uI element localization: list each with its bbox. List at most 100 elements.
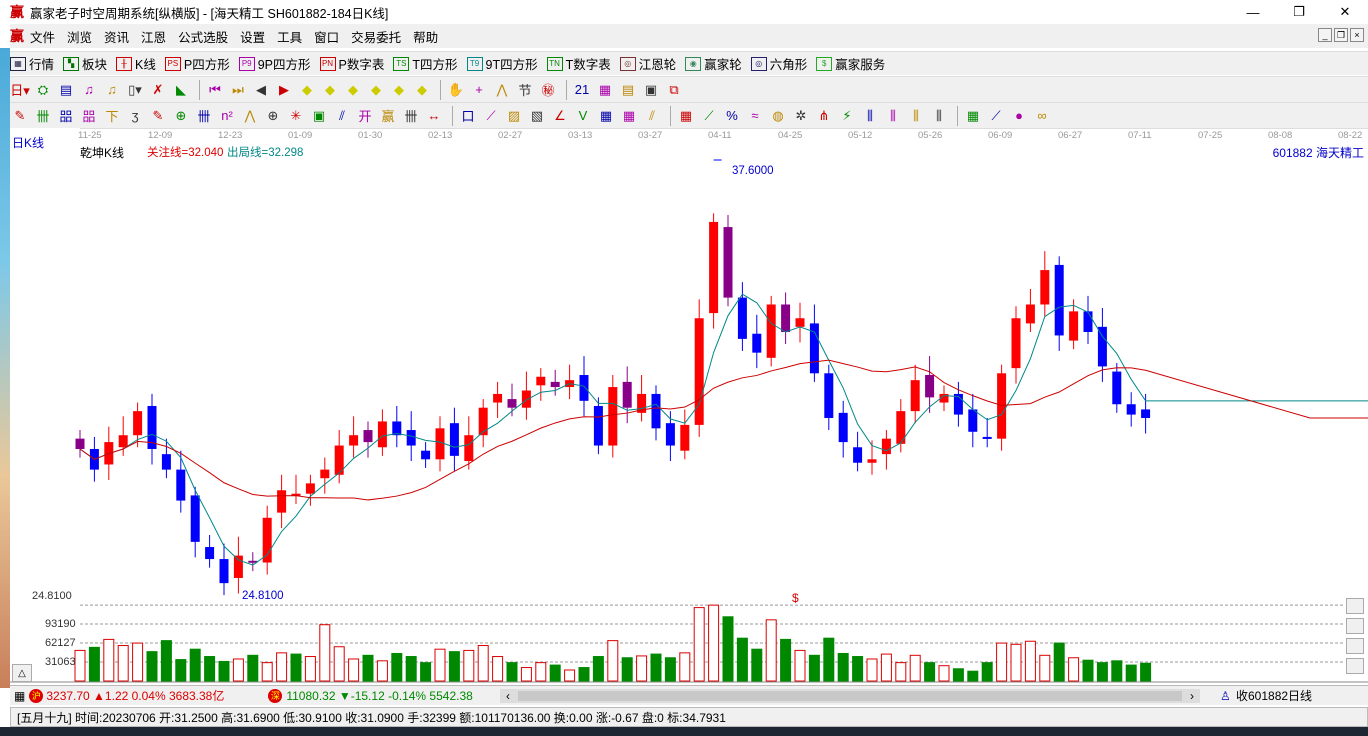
menu-item[interactable]: 文件 <box>30 27 55 46</box>
mdi-restore-button[interactable]: ❐ <box>1334 28 1348 42</box>
menu-item[interactable]: 资讯 <box>104 27 129 46</box>
tool-icon[interactable]: ⫼ <box>883 106 903 126</box>
tool-icon[interactable]: ▦ <box>619 106 639 126</box>
tool-icon[interactable]: ⫼ <box>906 106 926 126</box>
tool-icon[interactable]: 㗊 <box>79 106 99 126</box>
tool-icon[interactable]: ⛭ <box>33 80 53 100</box>
tool-icon[interactable]: ʒ <box>125 106 145 126</box>
toolbar-button[interactable]: TS T四方形 <box>393 54 458 73</box>
tool-icon[interactable]: ⟋ <box>699 106 719 126</box>
tool-icon[interactable]: ⏮ <box>205 80 225 100</box>
toolbar-button[interactable]: ◎ 江恩轮 <box>619 54 676 73</box>
tool-icon[interactable]: ▶ <box>274 80 294 100</box>
tool-icon[interactable]: ◆ <box>412 80 432 100</box>
tool-icon[interactable]: ▦ <box>595 80 615 100</box>
menu-item[interactable]: 帮助 <box>413 27 438 46</box>
tool-icon[interactable]: ▣ <box>641 80 661 100</box>
tool-icon[interactable]: ◆ <box>343 80 363 100</box>
tool-icon[interactable]: 日▾ <box>10 80 30 100</box>
tool-icon[interactable]: 开 <box>355 106 375 126</box>
tool-icon[interactable]: ⊕ <box>263 106 283 126</box>
mdi-close-button[interactable]: × <box>1350 28 1364 42</box>
shanghai-index-text[interactable]: 3237.70 ▲1.22 0.04% 3683.38亿 <box>46 687 256 704</box>
menu-item[interactable]: 公式选股 <box>178 27 228 46</box>
tool-icon[interactable]: ▧ <box>527 106 547 126</box>
toolbar-button[interactable]: ▦ 行情 <box>10 54 54 73</box>
tool-icon[interactable]: ⫽ <box>642 106 662 126</box>
tool-icon[interactable]: 卌 <box>33 106 53 126</box>
tool-icon[interactable]: ▣ <box>309 106 329 126</box>
tool-icon[interactable]: ◆ <box>320 80 340 100</box>
tool-icon[interactable]: ⫼ <box>929 106 949 126</box>
tool-icon[interactable]: ≈ <box>745 106 765 126</box>
tool-icon[interactable]: ✲ <box>791 106 811 126</box>
calculator-icon[interactable]: ▦ <box>14 689 25 703</box>
close-button[interactable]: ✕ <box>1322 0 1368 24</box>
zoom-button[interactable] <box>1346 658 1364 674</box>
menu-item[interactable]: 交易委托 <box>351 27 401 46</box>
tool-icon[interactable]: 21 <box>572 80 592 100</box>
tool-icon[interactable]: ✎ <box>10 106 30 126</box>
tool-icon[interactable]: ↔ <box>424 106 444 126</box>
tool-icon[interactable]: % <box>722 106 742 126</box>
minimize-button[interactable]: — <box>1230 0 1276 24</box>
menu-item[interactable]: 江恩 <box>141 27 166 46</box>
tool-icon[interactable]: ⟋ <box>986 106 1006 126</box>
tool-icon[interactable]: ◆ <box>389 80 409 100</box>
tool-icon[interactable]: ◍ <box>768 106 788 126</box>
tool-icon[interactable]: ● <box>1009 106 1029 126</box>
tool-icon[interactable]: 下 <box>102 106 122 126</box>
tool-icon[interactable]: ⊕ <box>171 106 191 126</box>
toolbar-button[interactable]: PS P四方形 <box>164 54 230 73</box>
tool-icon[interactable]: ⏭ <box>228 80 248 100</box>
toolbar-button[interactable]: PN P数字表 <box>319 54 384 73</box>
tool-icon[interactable]: 卌 <box>401 106 421 126</box>
tool-icon[interactable]: ∠ <box>550 106 570 126</box>
tool-icon[interactable]: ✗ <box>148 80 168 100</box>
tool-icon[interactable]: ▤ <box>618 80 638 100</box>
tool-icon[interactable]: ♫ <box>102 80 122 100</box>
maximize-button[interactable]: ❐ <box>1276 0 1322 24</box>
menu-item[interactable]: 工具 <box>277 27 302 46</box>
tool-icon[interactable]: ⋀ <box>492 80 512 100</box>
tool-icon[interactable]: ◣ <box>171 80 191 100</box>
tool-icon[interactable]: ⧉ <box>664 80 684 100</box>
scroll-right-button[interactable]: › <box>1190 689 1194 703</box>
menu-item[interactable]: 浏览 <box>67 27 92 46</box>
tool-icon[interactable]: ▯▾ <box>125 80 145 100</box>
toolbar-button[interactable]: TN T数字表 <box>546 54 611 73</box>
tool-icon[interactable]: ◀ <box>251 80 271 100</box>
menu-item[interactable]: 窗口 <box>314 27 339 46</box>
toolbar-button[interactable]: $ 赢家服务 <box>816 54 885 73</box>
scroll-left-button[interactable]: ‹ <box>506 689 510 703</box>
tool-icon[interactable]: ▤ <box>56 80 76 100</box>
tool-icon[interactable]: ㊙ <box>538 80 558 100</box>
scrollbar-thumb[interactable] <box>518 691 1182 701</box>
tool-icon[interactable]: ▦ <box>963 106 983 126</box>
tool-icon[interactable]: n² <box>217 106 237 126</box>
toolbar-button[interactable]: ◎ 六角形 <box>750 54 807 73</box>
tool-icon[interactable]: ⚡ <box>837 106 857 126</box>
menu-item[interactable]: 设置 <box>240 27 265 46</box>
tool-icon[interactable]: ✋ <box>446 80 466 100</box>
tool-icon[interactable]: ▦ <box>596 106 616 126</box>
kline-chart-panel[interactable]: 日K线 乾坤K线 关注线=32.040 出局线=32.298 601882 海天… <box>10 127 1368 684</box>
toolbar-button[interactable]: ▚ 板块 <box>63 54 107 73</box>
toolbar-button[interactable]: ╫ K线 <box>116 54 156 73</box>
tool-icon[interactable]: ⟋ <box>481 106 501 126</box>
tool-icon[interactable]: ⫼ <box>860 106 880 126</box>
tool-icon[interactable]: ▦ <box>676 106 696 126</box>
tool-icon[interactable]: ∞ <box>1032 106 1052 126</box>
tool-icon[interactable]: ◆ <box>297 80 317 100</box>
tool-icon[interactable]: 口 <box>458 106 478 126</box>
tool-icon[interactable]: 节 <box>515 80 535 100</box>
tool-icon[interactable]: ♫ <box>79 80 99 100</box>
tool-icon[interactable]: ✎ <box>148 106 168 126</box>
tool-icon[interactable]: + <box>469 80 489 100</box>
tool-icon[interactable]: V <box>573 106 593 126</box>
tool-icon[interactable]: ⋀ <box>240 106 260 126</box>
collapse-panel-button[interactable]: △ <box>12 664 32 682</box>
zoom-button[interactable] <box>1346 598 1364 614</box>
toolbar-button[interactable]: P9 9P四方形 <box>238 54 311 73</box>
tool-icon[interactable]: ⋔ <box>814 106 834 126</box>
